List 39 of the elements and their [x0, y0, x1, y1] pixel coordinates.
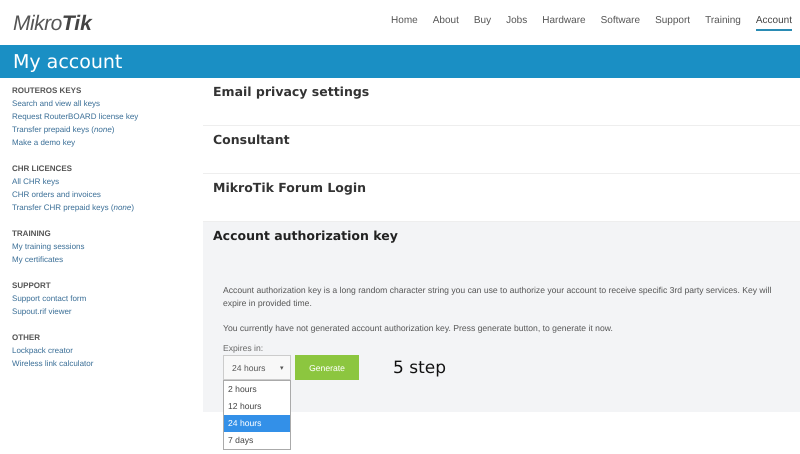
nav-link[interactable]: Training	[705, 14, 741, 30]
sidebar-heading: OTHER	[12, 332, 41, 344]
nav-link[interactable]: Account	[756, 14, 792, 30]
sidebar-heading: TRAINING	[12, 228, 52, 240]
sidebar-heading: CHR LICENCES	[12, 163, 74, 175]
section-header[interactable]: Account authorization key	[203, 222, 800, 270]
sidebar-link[interactable]: CHR orders and invoices	[12, 188, 203, 201]
nav-link[interactable]: Jobs	[506, 14, 528, 30]
sidebar-link[interactable]: Transfer CHR prepaid keys (none)	[12, 201, 203, 214]
nav-link[interactable]: Support	[655, 14, 690, 30]
nav-link[interactable]: Software	[600, 14, 640, 30]
nav-link[interactable]: Hardware	[542, 14, 586, 30]
sidebar-link[interactable]: Request RouterBOARD license key	[12, 110, 203, 123]
sidebar-link[interactable]: My certificates	[12, 253, 203, 266]
sidebar-link[interactable]: Lockpack creator	[12, 344, 203, 357]
logo[interactable]: MikroTik	[13, 12, 92, 36]
nav-link[interactable]: Home	[391, 14, 418, 30]
description-text: Account authorization key is a long random character string you can use to authorize your account to receive specific 3rd party services. Key will expire in provided time.	[223, 284, 772, 310]
nav-link[interactable]: About	[432, 14, 459, 30]
sidebar-heading: ROUTEROS KEYS	[12, 85, 82, 97]
dropdown-option[interactable]: 2 hours	[224, 381, 290, 398]
sidebar-link[interactable]: My training sessions	[12, 240, 203, 253]
sidebar-heading: SUPPORT	[12, 280, 52, 292]
section-header[interactable]: Consultant	[203, 126, 800, 174]
sidebar-link[interactable]: All CHR keys	[12, 175, 203, 188]
sidebar-link[interactable]: Make a demo key	[12, 136, 203, 149]
dropdown-option[interactable]: 7 days	[224, 432, 290, 449]
sidebar-link[interactable]: Support contact form	[12, 292, 203, 305]
dropdown-option[interactable]: 12 hours	[224, 398, 290, 415]
sidebar-link[interactable]: Search and view all keys	[12, 97, 203, 110]
nav-link[interactable]: Buy	[474, 14, 492, 30]
field-label: Expires in:	[223, 343, 264, 353]
annotation-text: 5 step	[393, 358, 446, 378]
page-title: My account	[13, 50, 122, 72]
sidebar-link[interactable]: Transfer prepaid keys (none)	[12, 123, 203, 136]
status-text: You currently have not generated account authorization key. Press generate button, to generate it now.	[223, 322, 614, 335]
sidebar-link[interactable]: Wireless link calculator	[12, 357, 203, 370]
sidebar-link[interactable]: Supout.rif viewer	[12, 305, 203, 318]
section-header[interactable]: Email privacy settings	[203, 78, 800, 126]
